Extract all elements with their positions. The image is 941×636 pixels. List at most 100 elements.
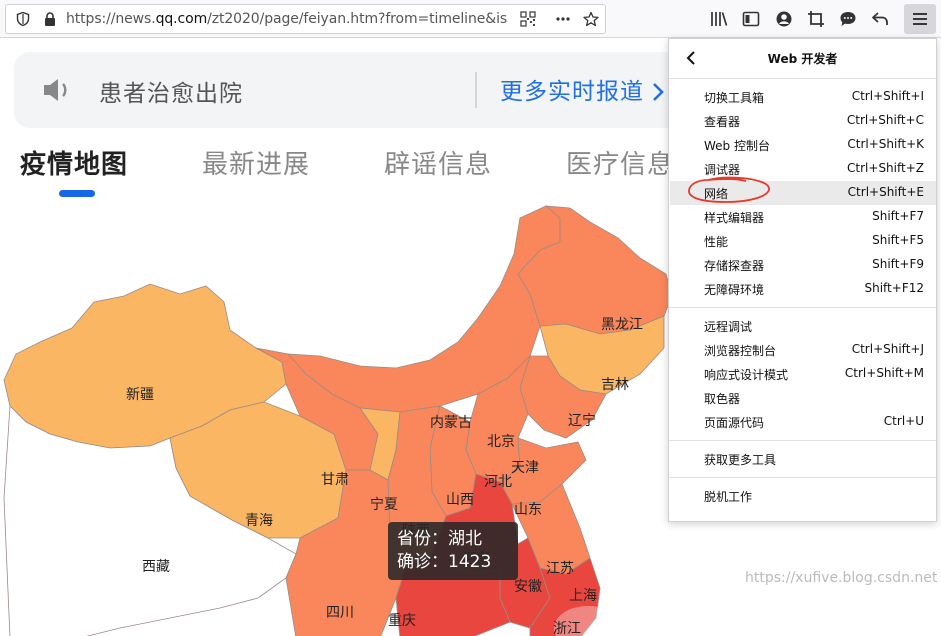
map-label: 吉林 <box>601 377 629 393</box>
chevron-right-icon <box>653 83 664 101</box>
map-label: 北京 <box>487 434 515 450</box>
screenshot-crop-icon[interactable] <box>806 9 826 29</box>
menu-item-shortcut: Ctrl+U <box>883 414 924 428</box>
menu-separator <box>669 440 936 441</box>
app-menu-button[interactable] <box>904 4 936 34</box>
menu-item-eyedropper[interactable]: 取色器 <box>670 386 936 410</box>
tooltip-province: 省份：湖北 <box>397 529 482 549</box>
menu-separator <box>669 307 936 308</box>
url-prefix: https://news. <box>66 11 156 27</box>
menu-item-style-editor[interactable]: 样式编辑器 Shift+F7 <box>670 205 936 229</box>
menu-item-label: 查看器 <box>704 115 741 129</box>
menu-item-shortcut: Ctrl+Shift+C <box>846 113 924 127</box>
sidebar-icon[interactable] <box>741 9 761 29</box>
menu-item-shortcut: Ctrl+Shift+K <box>847 137 924 151</box>
map-label: 内蒙古 <box>430 415 472 431</box>
menu-item-work-offline[interactable]: 脱机工作 <box>670 484 936 508</box>
undo-arrow-icon[interactable] <box>870 9 890 29</box>
tracking-protection-shield-icon[interactable] <box>15 11 31 27</box>
account-icon[interactable] <box>774 9 794 29</box>
menu-item-storage-inspector[interactable]: 存储探查器 Shift+F9 <box>670 253 936 277</box>
map-label: 辽宁 <box>568 413 596 429</box>
map-label: 江苏 <box>546 561 574 577</box>
map-label: 黑龙江 <box>601 317 643 333</box>
map-tooltip: 省份：湖北 确诊：1423 <box>388 522 518 580</box>
menu-item-label: Web 控制台 <box>704 139 770 153</box>
tab-medical-info[interactable]: 医疗信息 <box>566 144 674 181</box>
browser-toolbar: https://news.qq.com/zt2020/page/feiyan.h… <box>0 0 941 38</box>
bookmark-star-icon[interactable] <box>583 11 599 27</box>
menu-item-web-console[interactable]: Web 控制台 Ctrl+Shift+K <box>670 133 936 157</box>
menu-item-label: 样式编辑器 <box>704 211 765 225</box>
menu-item-get-more-tools[interactable]: 获取更多工具 <box>670 447 936 471</box>
watermark: https://xufive.blog.csdn.net <box>745 570 938 586</box>
map-label: 河北 <box>484 474 512 490</box>
menu-item-shortcut: Ctrl+Shift+Z <box>847 161 924 175</box>
menu-item-remote-debugging[interactable]: 远程调试 <box>670 314 936 338</box>
map-label: 宁夏 <box>370 497 398 513</box>
menu-item-responsive-design-mode[interactable]: 响应式设计模式 Ctrl+Shift+M <box>670 362 936 386</box>
menu-item-inspector[interactable]: 查看器 Ctrl+Shift+C <box>670 109 936 133</box>
map-label: 山东 <box>514 502 542 518</box>
ticker-headline[interactable]: 患者治愈出院 <box>99 74 243 108</box>
map-label: 甘肃 <box>321 472 349 488</box>
menu-item-label: 性能 <box>704 235 729 249</box>
active-tab-indicator <box>59 190 95 197</box>
menu-header: Web 开发者 <box>669 39 936 79</box>
map-label: 上海 <box>569 588 597 604</box>
page-actions-ellipsis-icon[interactable] <box>555 11 571 27</box>
ticker-divider <box>475 72 477 108</box>
more-live-reports-link[interactable]: 更多实时报道 <box>500 72 664 106</box>
chat-bubble-icon[interactable] <box>838 9 858 29</box>
menu-item-label: 脱机工作 <box>704 490 753 504</box>
menu-item-shortcut: Ctrl+Shift+J <box>851 342 924 356</box>
url-text[interactable]: https://news.qq.com/zt2020/page/feiyan.h… <box>66 11 511 29</box>
map-label: 新疆 <box>126 387 154 403</box>
menu-item-label: 远程调试 <box>704 320 753 334</box>
map-label: 山西 <box>446 492 474 508</box>
menu-item-shortcut: Shift+F7 <box>872 209 924 223</box>
more-live-reports-label: 更多实时报道 <box>500 79 644 105</box>
qr-code-icon[interactable] <box>520 11 536 27</box>
map-label: 天津 <box>511 460 539 476</box>
map-label: 重庆 <box>388 613 416 629</box>
map-label: 安徽 <box>514 579 542 595</box>
menu-item-browser-console[interactable]: 浏览器控制台 Ctrl+Shift+J <box>670 338 936 362</box>
menu-item-page-source[interactable]: 页面源代码 Ctrl+U <box>670 410 936 434</box>
menu-title: Web 开发者 <box>767 52 838 66</box>
hamburger-menu-icon <box>913 13 927 25</box>
url-bar[interactable]: https://news.qq.com/zt2020/page/feiyan.h… <box>5 4 606 34</box>
tab-latest-progress[interactable]: 最新进展 <box>202 144 310 181</box>
menu-item-accessibility[interactable]: 无障碍环境 Shift+F12 <box>670 277 936 301</box>
menu-item-shortcut: Ctrl+Shift+M <box>844 366 924 380</box>
map-label: 浙江 <box>553 621 581 636</box>
menu-item-label: 获取更多工具 <box>704 453 777 467</box>
menu-item-label: 存储探查器 <box>704 259 765 273</box>
annotation-circle <box>688 176 770 203</box>
menu-item-performance[interactable]: 性能 Shift+F5 <box>670 229 936 253</box>
map-label: 四川 <box>326 605 354 621</box>
menu-item-shortcut: Ctrl+Shift+I <box>851 89 924 103</box>
menu-item-shortcut: Shift+F9 <box>872 257 924 271</box>
menu-item-toggle-tools[interactable]: 切换工具箱 Ctrl+Shift+I <box>670 85 936 109</box>
tooltip-confirmed: 确诊：1423 <box>397 552 492 572</box>
menu-separator <box>669 477 936 478</box>
tab-rumor-refutation[interactable]: 辟谣信息 <box>384 144 492 181</box>
web-developer-menu: Web 开发者 切换工具箱 Ctrl+Shift+I 查看器 Ctrl+Shif… <box>668 38 937 522</box>
menu-item-label: 浏览器控制台 <box>704 344 777 358</box>
news-ticker[interactable]: 患者治愈出院 更多实时报道 <box>14 52 714 128</box>
menu-item-label: 响应式设计模式 <box>704 368 789 382</box>
speaker-icon <box>44 79 67 101</box>
map-label: 青海 <box>245 513 273 529</box>
url-host: qq.com <box>155 11 208 27</box>
map-label: 西藏 <box>142 559 170 575</box>
menu-item-label: 无障碍环境 <box>704 283 765 297</box>
menu-item-label: 切换工具箱 <box>704 91 765 105</box>
menu-item-label: 页面源代码 <box>704 416 765 430</box>
lock-icon[interactable] <box>42 11 58 27</box>
menu-item-label: 取色器 <box>704 392 741 406</box>
url-suffix: /zt2020/page/feiyan.htm?from=timeline&is <box>207 11 508 27</box>
tab-epidemic-map[interactable]: 疫情地图 <box>20 144 128 181</box>
library-icon[interactable] <box>709 9 729 29</box>
menu-item-shortcut: Ctrl+Shift+E <box>847 185 924 199</box>
